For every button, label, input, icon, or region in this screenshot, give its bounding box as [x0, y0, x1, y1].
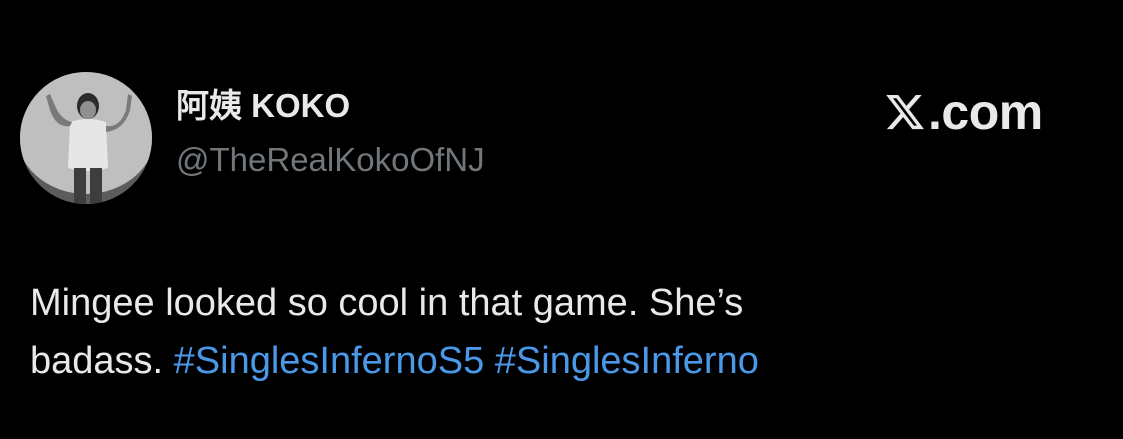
hashtag-link[interactable]: #SinglesInferno — [495, 340, 759, 382]
tweet-line-2-text: badass. — [30, 340, 174, 382]
author-display-name[interactable]: 阿姨 KOKO — [176, 86, 350, 126]
tweet-text: Mingee looked so cool in that game. She’… — [30, 274, 1090, 390]
avatar-image — [20, 72, 152, 204]
tweet-card: 阿姨 KOKO @TheRealKokoOfNJ .com Mingee loo… — [0, 0, 1123, 439]
tweet-line-2: badass. #SinglesInfernoS5 #SinglesInfern… — [30, 332, 1090, 390]
x-logo-icon — [886, 94, 924, 130]
author-handle[interactable]: @TheRealKokoOfNJ — [176, 140, 485, 180]
tweet-line-1: Mingee looked so cool in that game. She’… — [30, 282, 744, 324]
brand-logo: .com — [884, 84, 1043, 140]
avatar[interactable] — [20, 72, 152, 204]
hashtag-link[interactable]: #SinglesInfernoS5 — [174, 340, 485, 382]
brand-domain-text: .com — [928, 84, 1043, 140]
